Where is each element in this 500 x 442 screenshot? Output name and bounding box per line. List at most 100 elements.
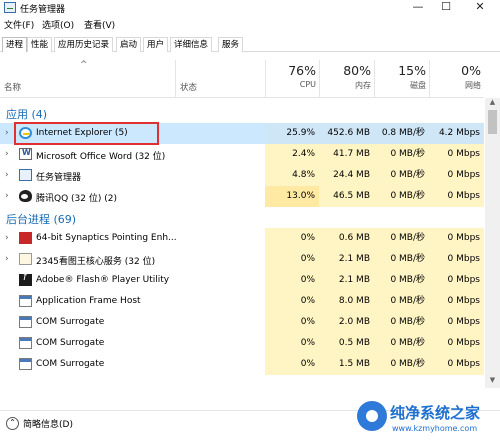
maximize-button[interactable]: ☐ [432, 0, 460, 16]
process-row[interactable]: Application Frame Host 0% 8.0 MB 0 MB/秒 … [0, 291, 484, 312]
process-row[interactable]: COM Surrogate 0% 2.0 MB 0 MB/秒 0 Mbps [0, 312, 484, 333]
watermark-text: 纯净系统之家 [390, 404, 481, 422]
process-network: 0 Mbps [429, 186, 484, 207]
fewer-details-link[interactable]: 简略信息(D) [23, 417, 73, 430]
process-network: 4.2 Mbps [429, 123, 484, 144]
process-memory: 452.6 MB [319, 123, 374, 144]
process-memory: 41.7 MB [319, 144, 374, 165]
process-cpu: 0% [265, 333, 319, 354]
menu-file[interactable]: 文件(F) [4, 18, 34, 31]
process-row[interactable]: COM Surrogate 0% 0.5 MB 0 MB/秒 0 Mbps [0, 333, 484, 354]
process-memory: 2.0 MB [319, 312, 374, 333]
tab-bar: 进程 性能 应用历史记录 启动 用户 详细信息 服务 [0, 35, 500, 52]
section-background: 后台进程 (69) [0, 207, 484, 228]
process-cpu: 0% [265, 270, 319, 291]
tab-performance[interactable]: 性能 [27, 37, 53, 52]
close-button[interactable]: ✕ [466, 0, 494, 16]
tab-processes[interactable]: 进程 [2, 37, 28, 52]
process-name: COM Surrogate [36, 359, 105, 369]
menu-view[interactable]: 查看(V) [84, 18, 115, 31]
process-name: Application Frame Host [36, 296, 141, 306]
process-disk: 0 MB/秒 [374, 291, 429, 312]
tab-startup[interactable]: 启动 [116, 37, 142, 52]
app-frame-icon [19, 295, 32, 307]
process-network: 0 Mbps [429, 333, 484, 354]
menu-options[interactable]: 选项(O) [42, 18, 74, 31]
process-cpu: 2.4% [265, 144, 319, 165]
process-name: 2345看图王核心服务 (32 位) [36, 257, 156, 267]
vertical-scrollbar[interactable]: ▲ ▼ [485, 98, 500, 388]
annotation-highlight-box [14, 122, 159, 145]
process-row[interactable]: Adobe® Flash® Player Utility 0% 2.1 MB 0… [0, 270, 484, 291]
column-name[interactable]: 名称 [4, 81, 21, 93]
section-apps-label: 应用 (4) [6, 108, 48, 121]
scroll-up-icon[interactable]: ▲ [485, 98, 500, 110]
cpu-total: 76% [288, 63, 316, 78]
expand-chevron-icon[interactable]: › [5, 170, 9, 180]
expand-chevron-icon[interactable]: › [5, 128, 9, 138]
process-network: 0 Mbps [429, 165, 484, 186]
cpu-label: CPU [299, 80, 316, 89]
process-row[interactable]: COM Surrogate 0% 1.5 MB 0 MB/秒 0 Mbps [0, 354, 484, 375]
process-row[interactable]: › Microsoft Office Word (32 位) 2.4% 41.7… [0, 144, 484, 165]
process-row[interactable]: › 2345看图王核心服务 (32 位) 0% 2.1 MB 0 MB/秒 0 … [0, 249, 484, 270]
process-network: 0 Mbps [429, 354, 484, 375]
column-cpu[interactable]: 76% CPU [265, 60, 319, 98]
process-row[interactable]: › 64-bit Synaptics Pointing Enh... 0% 0.… [0, 228, 484, 249]
process-memory: 1.5 MB [319, 354, 374, 375]
process-disk: 0 MB/秒 [374, 249, 429, 270]
process-row[interactable]: › 任务管理器 4.8% 24.4 MB 0 MB/秒 0 Mbps [0, 165, 484, 186]
disk-total: 15% [398, 63, 426, 78]
process-name: 任务管理器 [36, 173, 82, 183]
task-manager-icon [4, 2, 16, 13]
column-header: ^ 名称 状态 76% CPU 80% 内存 15% 磁盘 0% 网络 [0, 60, 484, 98]
process-disk: 0 MB/秒 [374, 186, 429, 207]
expand-chevron-icon[interactable]: › [5, 233, 9, 243]
window-title: 任务管理器 [20, 5, 66, 15]
scroll-down-icon[interactable]: ▼ [485, 376, 500, 388]
process-network: 0 Mbps [429, 291, 484, 312]
process-network: 0 Mbps [429, 312, 484, 333]
process-disk: 0 MB/秒 [374, 270, 429, 291]
expand-chevron-icon[interactable]: › [5, 191, 9, 201]
synaptics-icon [19, 232, 32, 244]
process-disk: 0 MB/秒 [374, 312, 429, 333]
process-memory: 0.5 MB [319, 333, 374, 354]
column-disk[interactable]: 15% 磁盘 [374, 60, 429, 98]
process-name: 64-bit Synaptics Pointing Enh... [36, 233, 177, 243]
process-row[interactable]: › 腾讯QQ (32 位) (2) 13.0% 46.5 MB 0 MB/秒 0… [0, 186, 484, 207]
column-memory[interactable]: 80% 内存 [319, 60, 374, 98]
com-icon [19, 337, 32, 349]
process-cpu: 0% [265, 228, 319, 249]
image-viewer-icon [19, 253, 32, 265]
tab-users[interactable]: 用户 [143, 37, 169, 52]
column-network[interactable]: 0% 网络 [429, 60, 484, 98]
tab-services[interactable]: 服务 [218, 37, 244, 52]
expand-chevron-icon[interactable]: › [5, 254, 9, 264]
chevron-up-icon[interactable]: ⌃ [6, 417, 19, 430]
process-disk: 0 MB/秒 [374, 165, 429, 186]
process-cpu: 0% [265, 354, 319, 375]
process-memory: 46.5 MB [319, 186, 374, 207]
menu-bar: 文件(F) 选项(O) 查看(V) [0, 17, 500, 33]
minimize-button[interactable]: — [404, 0, 432, 16]
flash-icon [19, 272, 32, 286]
column-status[interactable]: 状态 [180, 81, 197, 93]
process-cpu: 13.0% [265, 186, 319, 207]
tab-app-history[interactable]: 应用历史记录 [54, 37, 114, 52]
column-divider[interactable] [175, 60, 176, 98]
process-memory: 24.4 MB [319, 165, 374, 186]
qq-icon [19, 190, 32, 202]
section-apps: 应用 (4) [0, 102, 484, 123]
com-icon [19, 316, 32, 328]
network-total: 0% [461, 63, 481, 78]
scroll-thumb[interactable] [488, 110, 497, 134]
network-label: 网络 [465, 81, 481, 90]
watermark-url: www.kzmyhome.com [392, 424, 478, 433]
section-background-label: 后台进程 (69) [6, 213, 77, 226]
process-name: Microsoft Office Word (32 位) [36, 152, 166, 162]
expand-chevron-icon[interactable]: › [5, 149, 9, 159]
tab-details[interactable]: 详细信息 [170, 37, 213, 52]
process-memory: 2.1 MB [319, 270, 374, 291]
process-disk: 0 MB/秒 [374, 228, 429, 249]
